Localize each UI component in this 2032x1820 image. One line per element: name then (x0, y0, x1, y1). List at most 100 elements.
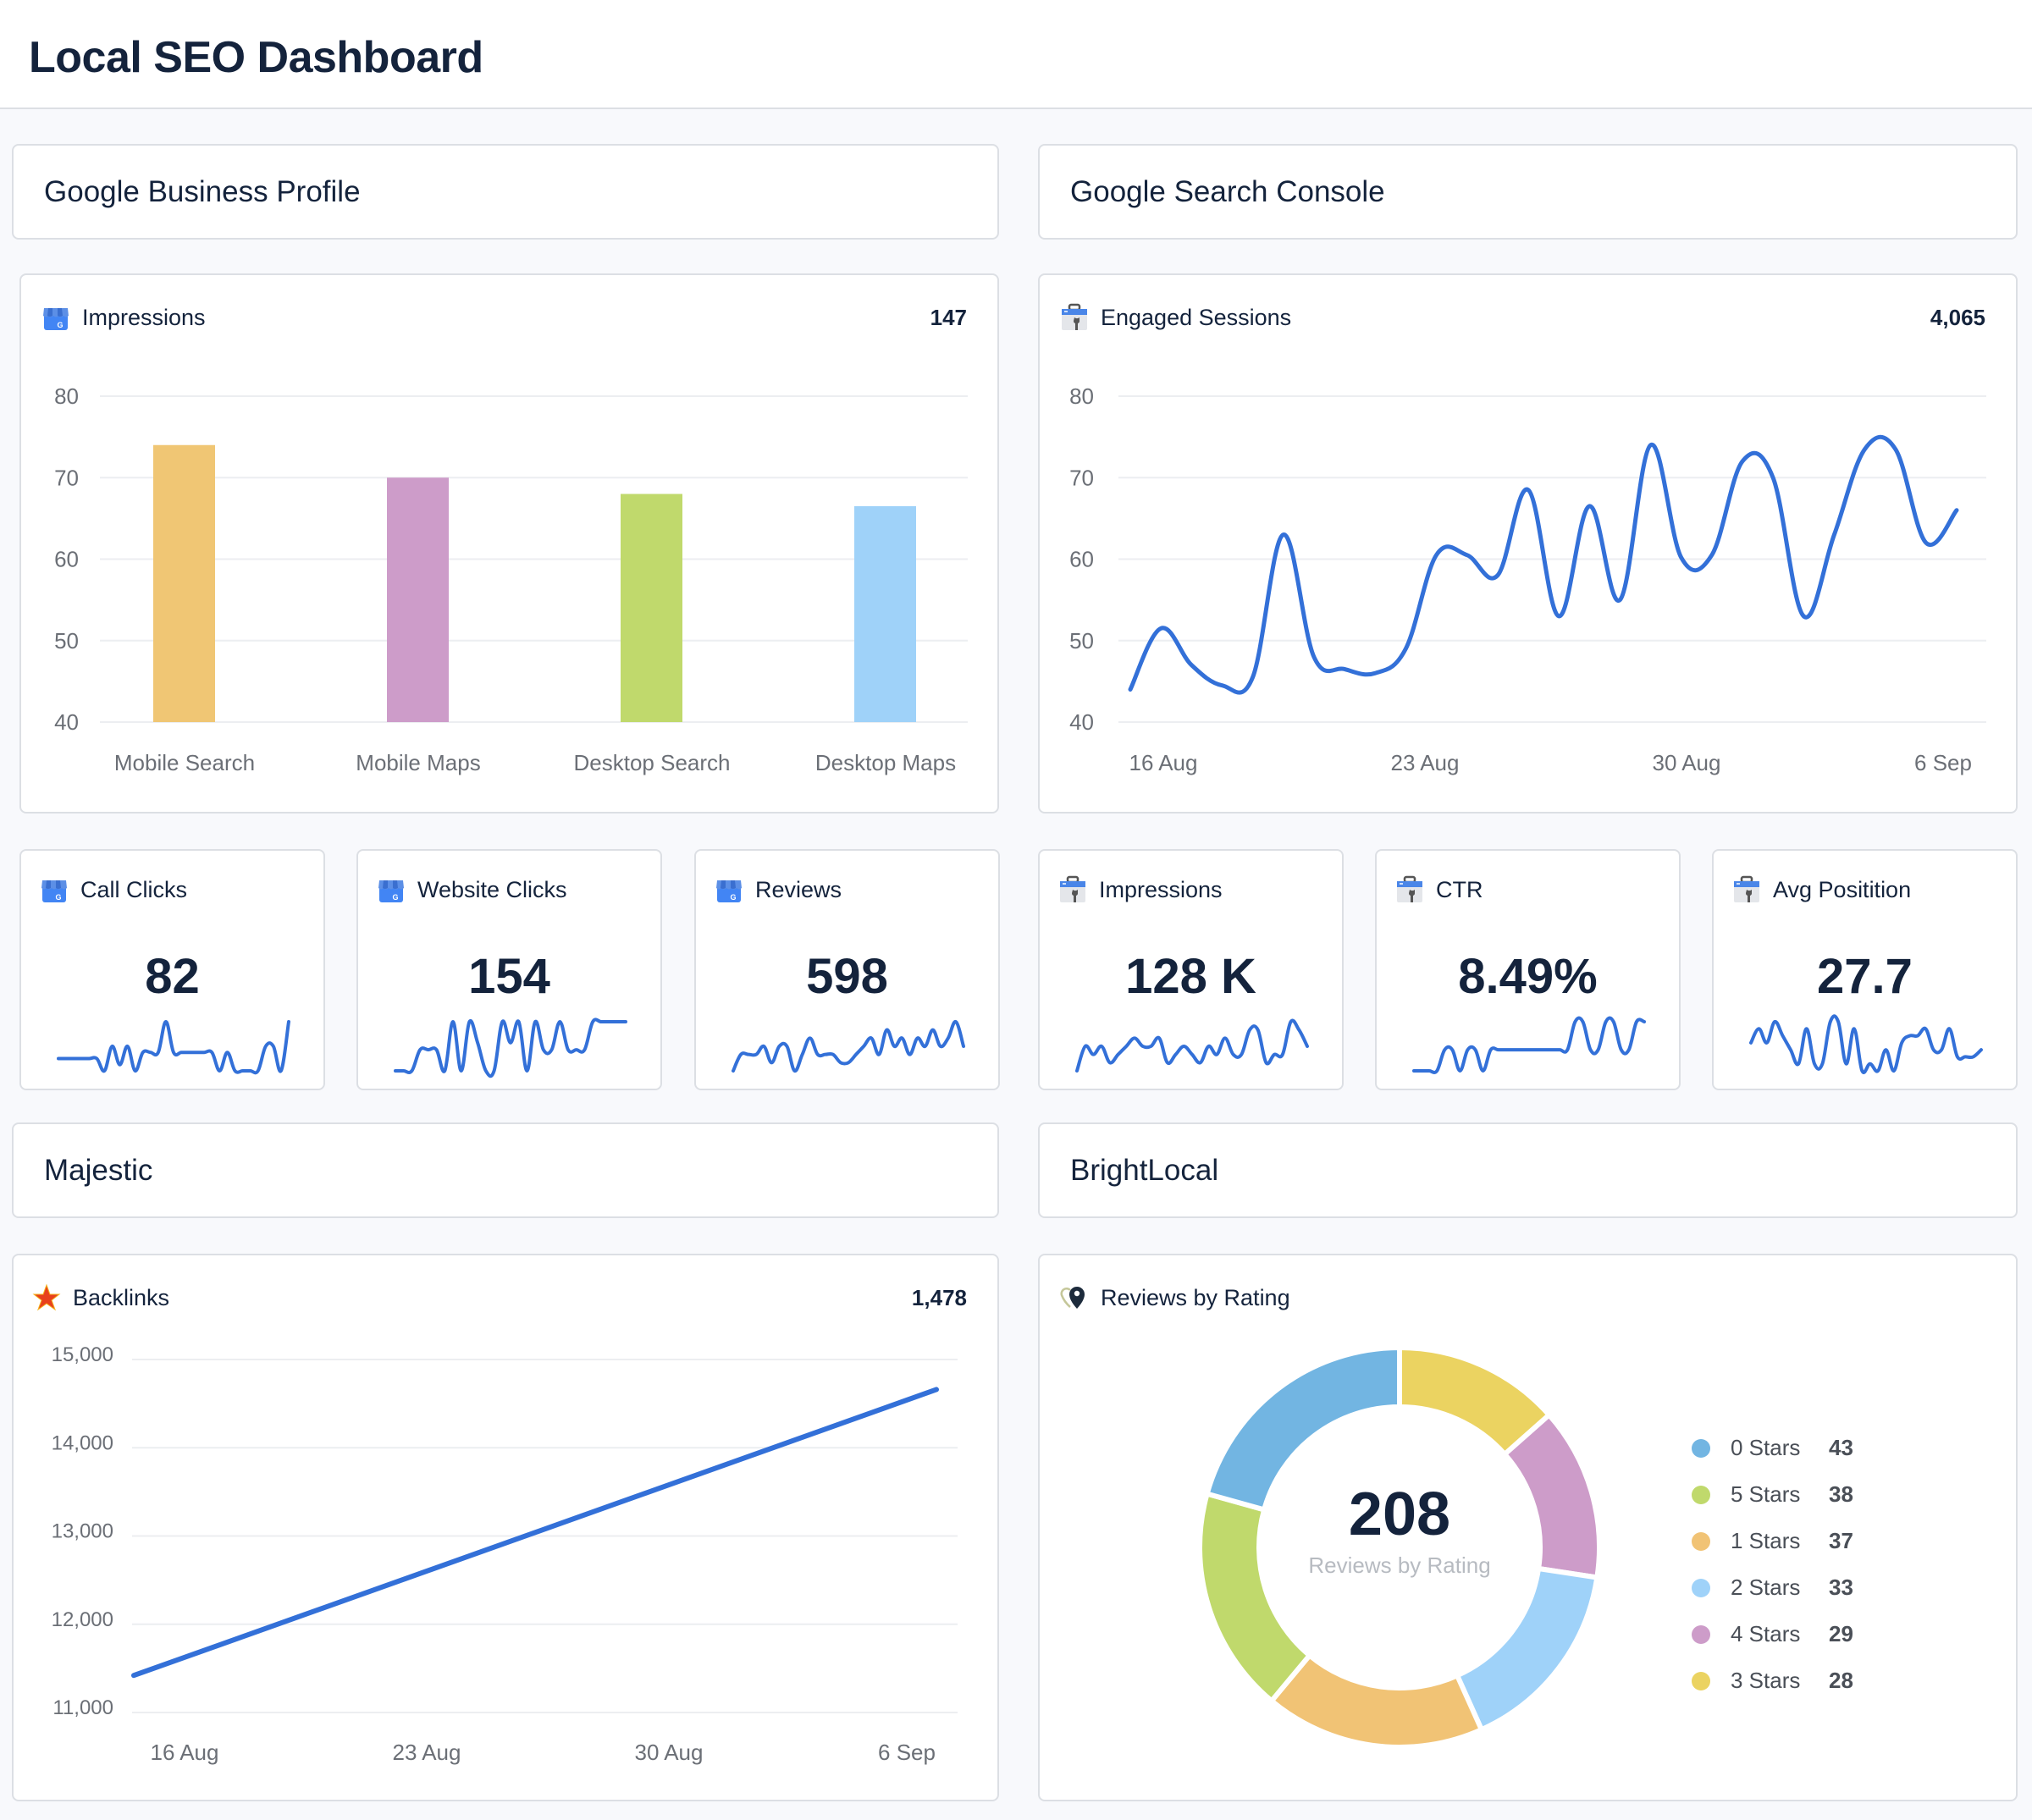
legend-item[interactable]: 0 Stars 43 (1692, 1425, 1853, 1471)
y-tick-label: 70 (54, 465, 79, 490)
card-header: Impressions (1058, 871, 1311, 908)
kpi-label: Reviews (755, 876, 842, 902)
legend-label: 4 Stars (1731, 1621, 1801, 1646)
donut-subtitle: Reviews by Rating (1308, 1553, 1491, 1578)
legend-item[interactable]: 4 Stars 29 (1692, 1611, 1853, 1657)
card-header: Avg Positition (1732, 871, 1985, 908)
legend-swatch (1692, 1485, 1710, 1504)
sparkline-path (732, 1020, 965, 1073)
x-tick-label: 6 Sep (1914, 750, 1972, 775)
donut-slice-1-stars (1267, 1652, 1485, 1750)
section-title: Google Search Console (1070, 174, 1385, 208)
section-header-majestic: Majestic (12, 1122, 999, 1218)
sparkline (732, 1020, 965, 1073)
backlinks-line-chart: 15,000 14,000 13,000 12,000 11,000 16 Aug 23 A… (52, 1343, 958, 1765)
kpi-card-website-clicks: Website Clicks 154 (356, 849, 662, 1090)
x-tick-label: 23 Aug (1391, 750, 1460, 775)
kpi-card-impressions: Impressions 128 K (1038, 849, 1344, 1090)
y-tick-label: 12,000 (52, 1608, 113, 1631)
y-tick-label: 80 (54, 383, 79, 409)
legend-item[interactable]: 5 Stars 38 (1692, 1471, 1853, 1518)
gsc-engaged-sessions-card: Engaged Sessions 4,065 80 70 60 50 40 16 Aug 2… (1038, 273, 2018, 813)
x-tick-label: 30 Aug (1653, 750, 1721, 775)
x-tick-label: 6 Sep (878, 1740, 936, 1765)
legend-label: 0 Stars (1731, 1435, 1801, 1460)
legend-value: 28 (1829, 1668, 1853, 1693)
y-tick-label: 14,000 (52, 1431, 113, 1454)
y-tick-label: 11,000 (52, 1696, 113, 1719)
x-tick-label: Desktop Maps (815, 750, 956, 775)
sparkline-path (57, 1020, 290, 1075)
google-search-console-icon (1058, 875, 1087, 904)
x-tick-label: Desktop Search (574, 750, 731, 775)
y-tick-label: 40 (1069, 709, 1094, 735)
google-business-profile-icon (40, 875, 69, 904)
majestic-backlinks-card: Backlinks 1,478 15,000 14,000 13,000 12,000… (12, 1254, 999, 1801)
engaged-sessions-line (1128, 434, 1959, 695)
x-tick-label: 16 Aug (1129, 750, 1198, 775)
card-header: Reviews by Rating (1060, 1279, 1985, 1316)
card-header: CTR (1395, 871, 1648, 908)
kpi-value: 598 (806, 949, 888, 1004)
sparkline (1075, 1018, 1309, 1073)
legend-swatch (1692, 1438, 1710, 1458)
sparkline-path (1412, 1016, 1646, 1074)
google-search-console-icon (1732, 875, 1761, 904)
bar-desktop-search (621, 494, 682, 722)
y-tick-label: 60 (1069, 547, 1094, 572)
y-tick-label: 40 (54, 709, 79, 735)
kpi-label: Website Clicks (417, 876, 567, 902)
top-bar: Local SEO Dashboard (0, 0, 2032, 109)
kpi-value: 8.49% (1458, 949, 1598, 1004)
sparkline (1749, 1014, 1983, 1074)
kpi-label: Avg Positition (1773, 876, 1912, 902)
legend-item[interactable]: 1 Stars 37 (1692, 1518, 1853, 1564)
section-title: Google Business Profile (44, 174, 361, 208)
legend-label: 3 Stars (1731, 1668, 1801, 1693)
kpi-label: CTR (1436, 876, 1483, 902)
kpi-label: Call Clicks (80, 876, 188, 902)
kpi-label: Impressions (1099, 876, 1223, 902)
kpi-value: 27.7 (1817, 949, 1913, 1004)
legend-swatch (1692, 1531, 1710, 1551)
legend-item[interactable]: 3 Stars 28 (1692, 1657, 1853, 1704)
bar-mobile-search (153, 444, 215, 722)
x-tick-label: Mobile Maps (356, 750, 480, 775)
y-tick-label: 80 (1069, 383, 1094, 409)
kpi-card-ctr: CTR 8.49% (1375, 849, 1681, 1090)
x-tick-label: 30 Aug (635, 1740, 704, 1765)
legend-swatch (1692, 1624, 1710, 1644)
y-tick-label: 50 (1069, 628, 1094, 654)
sparkline-path (1749, 1014, 1983, 1074)
legend-value: 37 (1829, 1528, 1853, 1553)
legend-value: 43 (1829, 1435, 1853, 1460)
section-title: BrightLocal (1070, 1153, 1219, 1187)
card-header: Reviews (715, 871, 968, 908)
impressions-bar-chart: 80 70 60 50 40 Mobile Search Mobile Maps Deskto… (54, 383, 968, 775)
engaged-sessions-line-chart: 80 70 60 50 40 16 Aug 23 Aug 30 Aug 6 Sep (1069, 383, 1986, 775)
donut-legend: 0 Stars 43 5 Stars 38 1 Stars 37 2 Stars 33 4 St… (1692, 1425, 1853, 1704)
sparkline-path (394, 1018, 627, 1078)
legend-swatch (1692, 1671, 1710, 1690)
card-header: Website Clicks (377, 871, 630, 908)
legend-value: 29 (1829, 1621, 1853, 1646)
donut-slice-2-stars (1454, 1565, 1600, 1734)
legend-label: 5 Stars (1731, 1481, 1801, 1507)
kpi-card-call-clicks: Call Clicks 82 (19, 849, 325, 1090)
sparkline (394, 1018, 627, 1078)
kpi-card-avg-positition: Avg Positition 27.7 (1712, 849, 2018, 1090)
legend-item[interactable]: 2 Stars 33 (1692, 1564, 1853, 1611)
sparkline (57, 1020, 290, 1075)
section-header-gbp: Google Business Profile (12, 144, 999, 240)
section-title: Majestic (44, 1153, 153, 1187)
donut-total: 208 (1348, 1481, 1451, 1548)
section-header-brightlocal: BrightLocal (1038, 1122, 2018, 1218)
y-tick-label: 60 (54, 547, 79, 572)
legend-value: 33 (1829, 1575, 1853, 1600)
donut-center: 208 Reviews by Rating (1188, 1480, 1611, 1579)
google-business-profile-icon (377, 875, 406, 904)
x-tick-label: Mobile Search (114, 750, 255, 775)
page-title: Local SEO Dashboard (29, 33, 483, 82)
legend-swatch (1692, 1578, 1710, 1597)
gbp-impressions-card: Impressions 147 80 70 60 50 40 Mobile Search M… (19, 273, 999, 813)
